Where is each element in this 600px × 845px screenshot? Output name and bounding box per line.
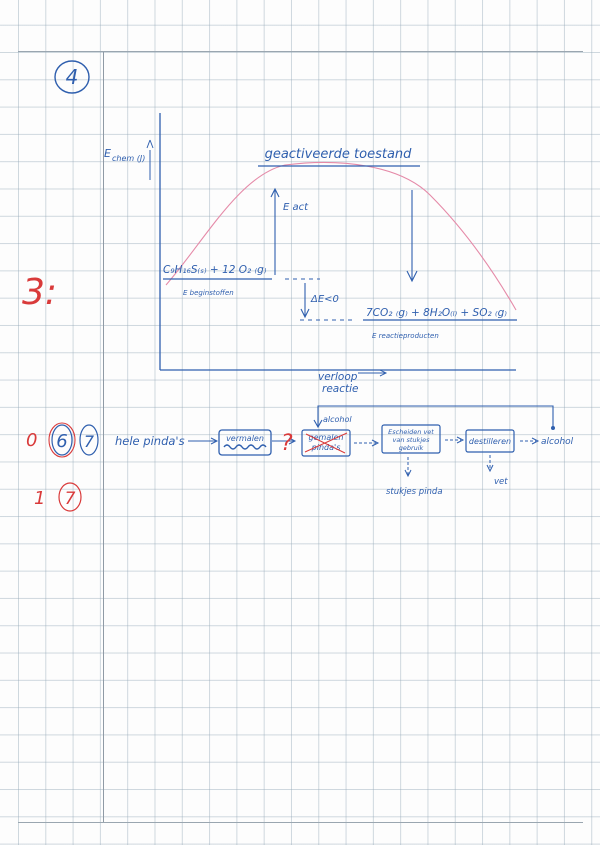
scribble	[223, 444, 267, 450]
question-6-7-markers: 0 6 7 1 7	[26, 422, 99, 512]
handwritten-answers: 4 3: E chem (J) geactiveerde toestand E …	[22, 60, 574, 512]
y-axis-label: E	[104, 147, 111, 160]
process-diagram: hele pinda's vermalen ? gemalen pinda's …	[115, 405, 574, 497]
activated-state-label: geactiveerde toestand	[265, 147, 413, 162]
question-4-number: 4	[66, 65, 79, 89]
output1-label: stukjes pinda	[386, 487, 443, 497]
reactants-label: C₉H₁₆S₍ₛ₎ + 12 O₂ ₍g₎	[163, 264, 267, 276]
box3-line1: Escheiden vet	[388, 428, 434, 436]
y-axis-subscript: chem (J)	[112, 154, 145, 163]
e-products-label: E reactieproducten	[372, 332, 439, 340]
question-6-score: 0	[26, 430, 37, 451]
y-axis-hat-icon	[146, 139, 151, 149]
question-7-number: 7	[84, 432, 95, 451]
box4-label: destilleren	[469, 437, 511, 446]
energy-diagram: E chem (J) geactiveerde toestand E act C…	[104, 113, 517, 395]
question-6-number: 6	[56, 431, 67, 452]
box3-line2: van stukjes	[392, 436, 430, 444]
question-4-score: 3:	[22, 272, 57, 313]
e-begin-label: E beginstoffen	[183, 289, 234, 297]
x-axis-label-2: reactie	[322, 383, 358, 395]
question-4-score-text: 3:	[22, 272, 57, 313]
question-7-number-red: 7	[65, 489, 76, 509]
question-7-score: 1	[34, 488, 45, 509]
energy-curve	[165, 161, 517, 311]
delta-e-label: ΔE<0	[310, 294, 339, 305]
products-label: 7CO₂ ₍g₎ + 8H₂O₍ₗ₎ + SO₂ ₍g₎	[366, 307, 507, 319]
e-act-label: E act	[283, 202, 309, 213]
output2-label: vet	[494, 477, 508, 487]
start-label: hele pinda's	[115, 434, 185, 448]
recycle-label: alcohol	[323, 415, 352, 424]
box1-label: vermalen	[226, 434, 264, 443]
x-axis-label-1: verloop	[318, 371, 358, 383]
question-mark: ?	[281, 431, 293, 456]
question-4-marker: 4	[54, 60, 90, 94]
box3-line3: gebruik	[399, 444, 424, 452]
end-label: alcohol	[541, 437, 574, 447]
